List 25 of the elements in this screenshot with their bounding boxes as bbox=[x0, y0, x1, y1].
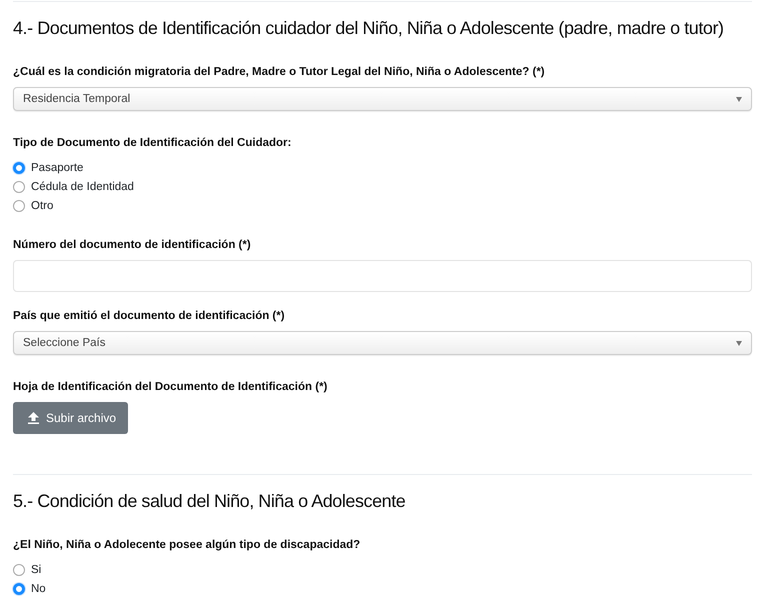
radio-label: No bbox=[31, 582, 46, 594]
caret-icon bbox=[736, 96, 742, 102]
radio-label: Cédula de Identidad bbox=[31, 180, 134, 192]
radio-button[interactable] bbox=[13, 200, 25, 212]
field-label: ¿Cuál es la condición migratoria del Padre, Madre o Tutor Legal del Niño, Niña o Adolescente? (*) bbox=[13, 66, 546, 78]
section-heading: 5.- Condición de salud del Niño, Niña o Adolescente bbox=[13, 490, 406, 513]
input-field[interactable] bbox=[13, 260, 752, 292]
radio-button[interactable] bbox=[13, 180, 25, 192]
upload-button[interactable]: Subir archivo bbox=[13, 402, 128, 434]
radio-label: Pasaporte bbox=[31, 162, 84, 174]
radio-button[interactable] bbox=[13, 582, 25, 594]
caret-icon bbox=[736, 340, 742, 346]
section-heading: 4.- Documentos de Identificación cuidador del Niño, Niña o Adolescente (padre, madre o tutor) bbox=[13, 17, 724, 40]
field-label: País que emitió el documento de identificación (*) bbox=[13, 310, 286, 322]
field-label: Tipo de Documento de Identificación del Cuidador: bbox=[13, 137, 292, 149]
select-dropdown[interactable]: Residencia Temporal bbox=[13, 87, 752, 111]
radio-button[interactable] bbox=[13, 564, 25, 576]
radio-button[interactable] bbox=[13, 162, 25, 174]
field-label: ¿El Niño, Niña o Adolecente posee algún tipo de discapacidad? bbox=[13, 539, 362, 551]
radio-label: Si bbox=[31, 564, 42, 576]
field-label: Hoja de Identificación del Documento de Identificación (*) bbox=[13, 381, 328, 393]
upload-icon bbox=[28, 412, 39, 424]
field-label: Número del documento de identificación (*) bbox=[13, 239, 252, 251]
radio-label: Otro bbox=[31, 200, 54, 212]
select-dropdown[interactable]: Seleccione País bbox=[13, 331, 752, 355]
